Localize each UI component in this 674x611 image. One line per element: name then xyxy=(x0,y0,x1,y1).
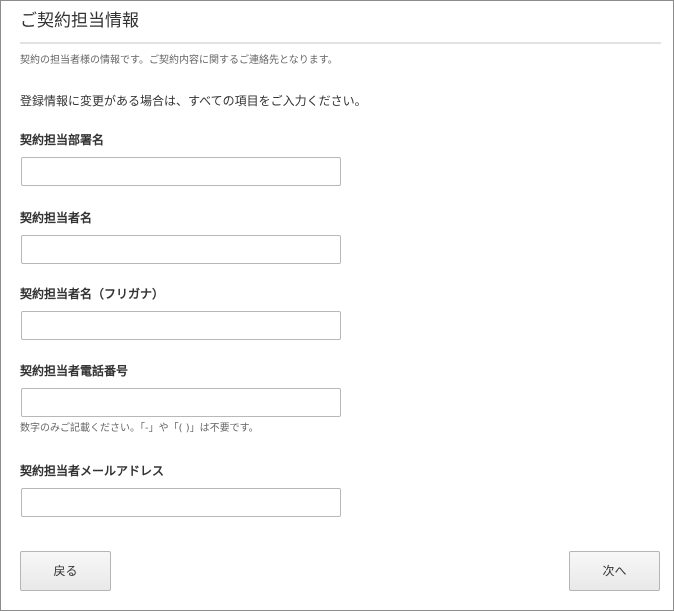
section-description: 契約の担当者様の情報です。ご契約内容に関するご連絡先となります。 xyxy=(20,55,338,66)
title-divider xyxy=(20,42,661,44)
email-input[interactable] xyxy=(21,488,341,517)
phone-number-hint: 数字のみご記載ください。「-」や「( )」は不要です。 xyxy=(20,423,259,434)
contact-name-kana-input[interactable] xyxy=(21,311,341,340)
phone-number-label: 契約担当者電話番号 xyxy=(20,364,129,378)
department-label: 契約担当部署名 xyxy=(20,133,105,147)
contact-name-input[interactable] xyxy=(21,235,341,264)
contact-name-kana-label: 契約担当者名（フリガナ） xyxy=(20,287,165,301)
contract-contact-panel: ご契約担当情報 契約の担当者様の情報です。ご契約内容に関するご連絡先となります。… xyxy=(0,0,674,611)
section-title: ご契約担当情報 xyxy=(20,11,139,31)
department-input[interactable] xyxy=(21,157,341,186)
next-button[interactable]: 次へ xyxy=(569,551,660,591)
update-notice: 登録情報に変更がある場合は、すべての項目をご入力ください。 xyxy=(20,94,367,108)
back-button[interactable]: 戻る xyxy=(20,551,111,591)
contact-name-label: 契約担当者名 xyxy=(20,211,93,225)
email-label: 契約担当者メールアドレス xyxy=(20,464,165,478)
phone-number-input[interactable] xyxy=(21,388,341,417)
